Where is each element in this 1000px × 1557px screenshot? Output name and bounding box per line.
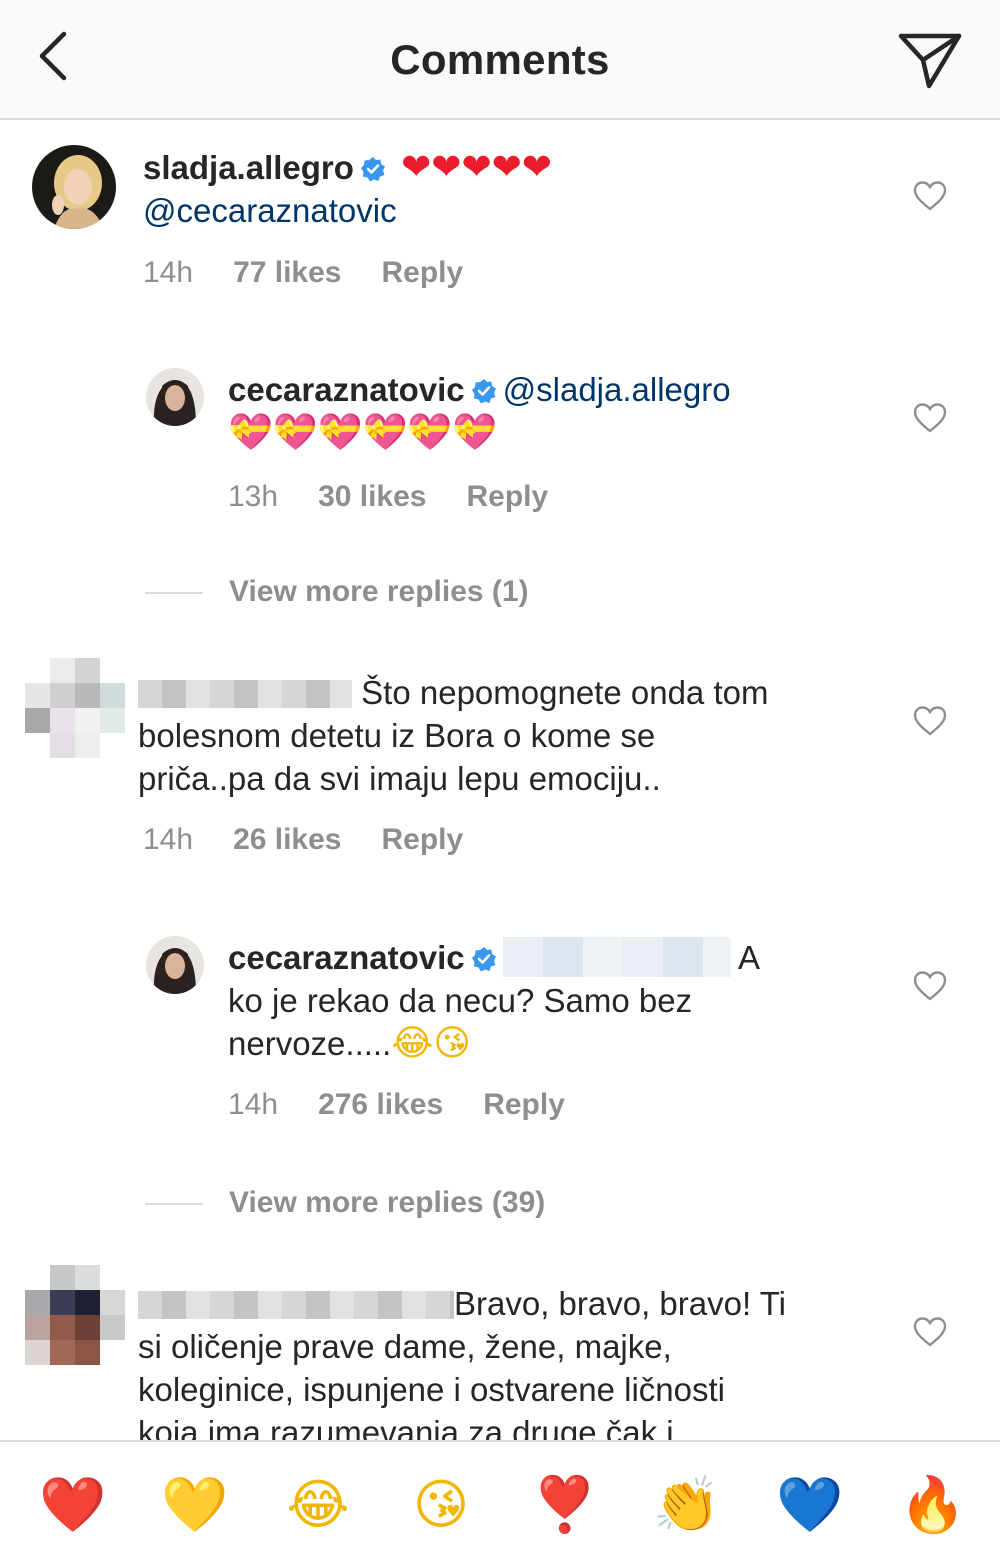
comment-text-line: A — [738, 939, 761, 976]
comment-body: sladja.allegro ❤❤❤❤❤ @cecaraznatovic — [143, 146, 883, 232]
heart-outline-icon[interactable] — [912, 705, 948, 737]
blurred-username[interactable] — [138, 1291, 454, 1319]
comment-text-line: nervoze..... — [228, 1025, 392, 1062]
red-heart-emoji-button[interactable]: ❤️ — [38, 1472, 108, 1542]
avatar[interactable] — [25, 1265, 125, 1365]
comment-text-line: koleginice, ispunjene i ostvarene ličnos… — [138, 1371, 726, 1408]
reply-button[interactable]: Reply — [467, 480, 549, 513]
reply-button[interactable]: Reply — [382, 256, 464, 289]
comment-text-line: priča..pa da svi imaju lepu emociju.. — [138, 760, 661, 797]
comment-item: Bravo, bravo, bravo! Ti si oličenje prav… — [0, 1262, 1000, 1440]
emoji-text: 💝💝💝💝💝💝 — [228, 412, 497, 453]
page-title: Comments — [390, 36, 610, 83]
comment-username[interactable]: sladja.allegro — [143, 149, 354, 186]
comment-time: 14h — [143, 256, 194, 289]
heart-outline-icon[interactable] — [912, 1316, 948, 1348]
avatar[interactable] — [25, 658, 125, 758]
fire-emoji-button[interactable]: 🔥 — [898, 1472, 968, 1542]
comment-body: Bravo, bravo, bravo! Ti si oličenje prav… — [138, 1282, 888, 1440]
comment-text-line: ko je rekao da necu? Samo bez — [228, 982, 693, 1019]
face-blowing-kiss-emoji-button[interactable]: 😘 — [406, 1472, 476, 1542]
blurred-mention[interactable] — [502, 937, 731, 977]
likes-count[interactable]: 30 likes — [318, 480, 426, 513]
comment-time: 14h — [228, 1088, 279, 1121]
comment-username[interactable]: cecaraznatovic — [228, 371, 465, 408]
comment-meta: 14h 276 likes Reply — [228, 1088, 605, 1122]
divider-line — [145, 1203, 203, 1206]
likes-count[interactable]: 276 likes — [318, 1088, 443, 1121]
yellow-heart-emoji-button[interactable]: 💛 — [160, 1472, 230, 1542]
comment-item: sladja.allegro ❤❤❤❤❤ @cecaraznatovic 14h… — [0, 120, 1000, 320]
header-bar: Comments — [0, 0, 1000, 120]
reply-button[interactable]: Reply — [483, 1088, 565, 1121]
comment-text-line: Bravo, bravo, bravo! Ti — [454, 1285, 786, 1322]
verified-badge-icon — [360, 157, 385, 182]
comment-time: 14h — [143, 823, 194, 856]
comment-body: Što nepomognete onda tom bolesnom detetu… — [138, 671, 878, 800]
reply-item: cecaraznatovic @sladja.allegro 💝💝💝💝💝💝 13h… — [0, 360, 1000, 530]
comment-meta: 14h 77 likes Reply — [143, 256, 503, 290]
avatar[interactable] — [146, 936, 204, 994]
divider-line — [145, 592, 203, 595]
heart-outline-icon[interactable] — [912, 970, 948, 1002]
comment-time: 13h — [228, 480, 279, 513]
avatar[interactable] — [32, 145, 116, 229]
emoji-text: 😂😘 — [391, 1023, 471, 1064]
comment-text-line: bolesnom detetu iz Bora o kome se — [138, 717, 656, 754]
comment-text-line: Što nepomognete onda tom — [361, 674, 769, 711]
view-more-replies-button[interactable]: View more replies (39) — [145, 1186, 545, 1220]
comment-meta: 14h 26 likes Reply — [143, 823, 503, 857]
emoji-reaction-bar: ❤️ 💛 😂 😘 ❣️ 👏 💙 🔥 — [0, 1440, 1000, 1557]
paper-plane-icon[interactable] — [895, 26, 965, 92]
heart-exclamation-emoji-button[interactable]: ❣️ — [530, 1472, 600, 1542]
mention-link[interactable]: @sladja.allegro — [503, 371, 731, 408]
verified-badge-icon — [471, 947, 496, 972]
blue-heart-emoji-button[interactable]: 💙 — [775, 1472, 845, 1542]
likes-count[interactable]: 77 likes — [233, 256, 341, 289]
avatar[interactable] — [146, 368, 204, 426]
view-more-replies-button[interactable]: View more replies (1) — [145, 575, 529, 609]
view-more-replies-label: View more replies (39) — [229, 1186, 546, 1219]
heart-outline-icon[interactable] — [912, 402, 948, 434]
comment-body: cecaraznatovic @sladja.allegro 💝💝💝💝💝💝 — [228, 368, 888, 454]
verified-badge-icon — [471, 379, 496, 404]
comment-text-line: si oličenje prave dame, žene, majke, — [138, 1328, 672, 1365]
reply-item: cecaraznatovic A ko je rekao da necu? Sa… — [0, 930, 1000, 1130]
comment-body: cecaraznatovic A ko je rekao da necu? Sa… — [228, 936, 888, 1065]
view-more-replies-label: View more replies (1) — [229, 575, 529, 608]
heart-outline-icon[interactable] — [912, 180, 948, 212]
comment-meta: 13h 30 likes Reply — [228, 480, 588, 514]
reply-button[interactable]: Reply — [382, 823, 464, 856]
mention-link[interactable]: @cecaraznatovic — [143, 192, 397, 229]
likes-count[interactable]: 26 likes — [233, 823, 341, 856]
clapping-hands-emoji-button[interactable]: 👏 — [652, 1472, 722, 1542]
blurred-username[interactable] — [138, 680, 352, 708]
emoji-text: ❤❤❤❤❤ — [401, 147, 552, 188]
comment-username[interactable]: cecaraznatovic — [228, 939, 465, 976]
comment-text-line: koja ima razumevanja za druge čak i — [138, 1414, 674, 1440]
comment-item: Što nepomognete onda tom bolesnom detetu… — [0, 655, 1000, 875]
tears-of-joy-emoji-button[interactable]: 😂 — [283, 1472, 353, 1542]
